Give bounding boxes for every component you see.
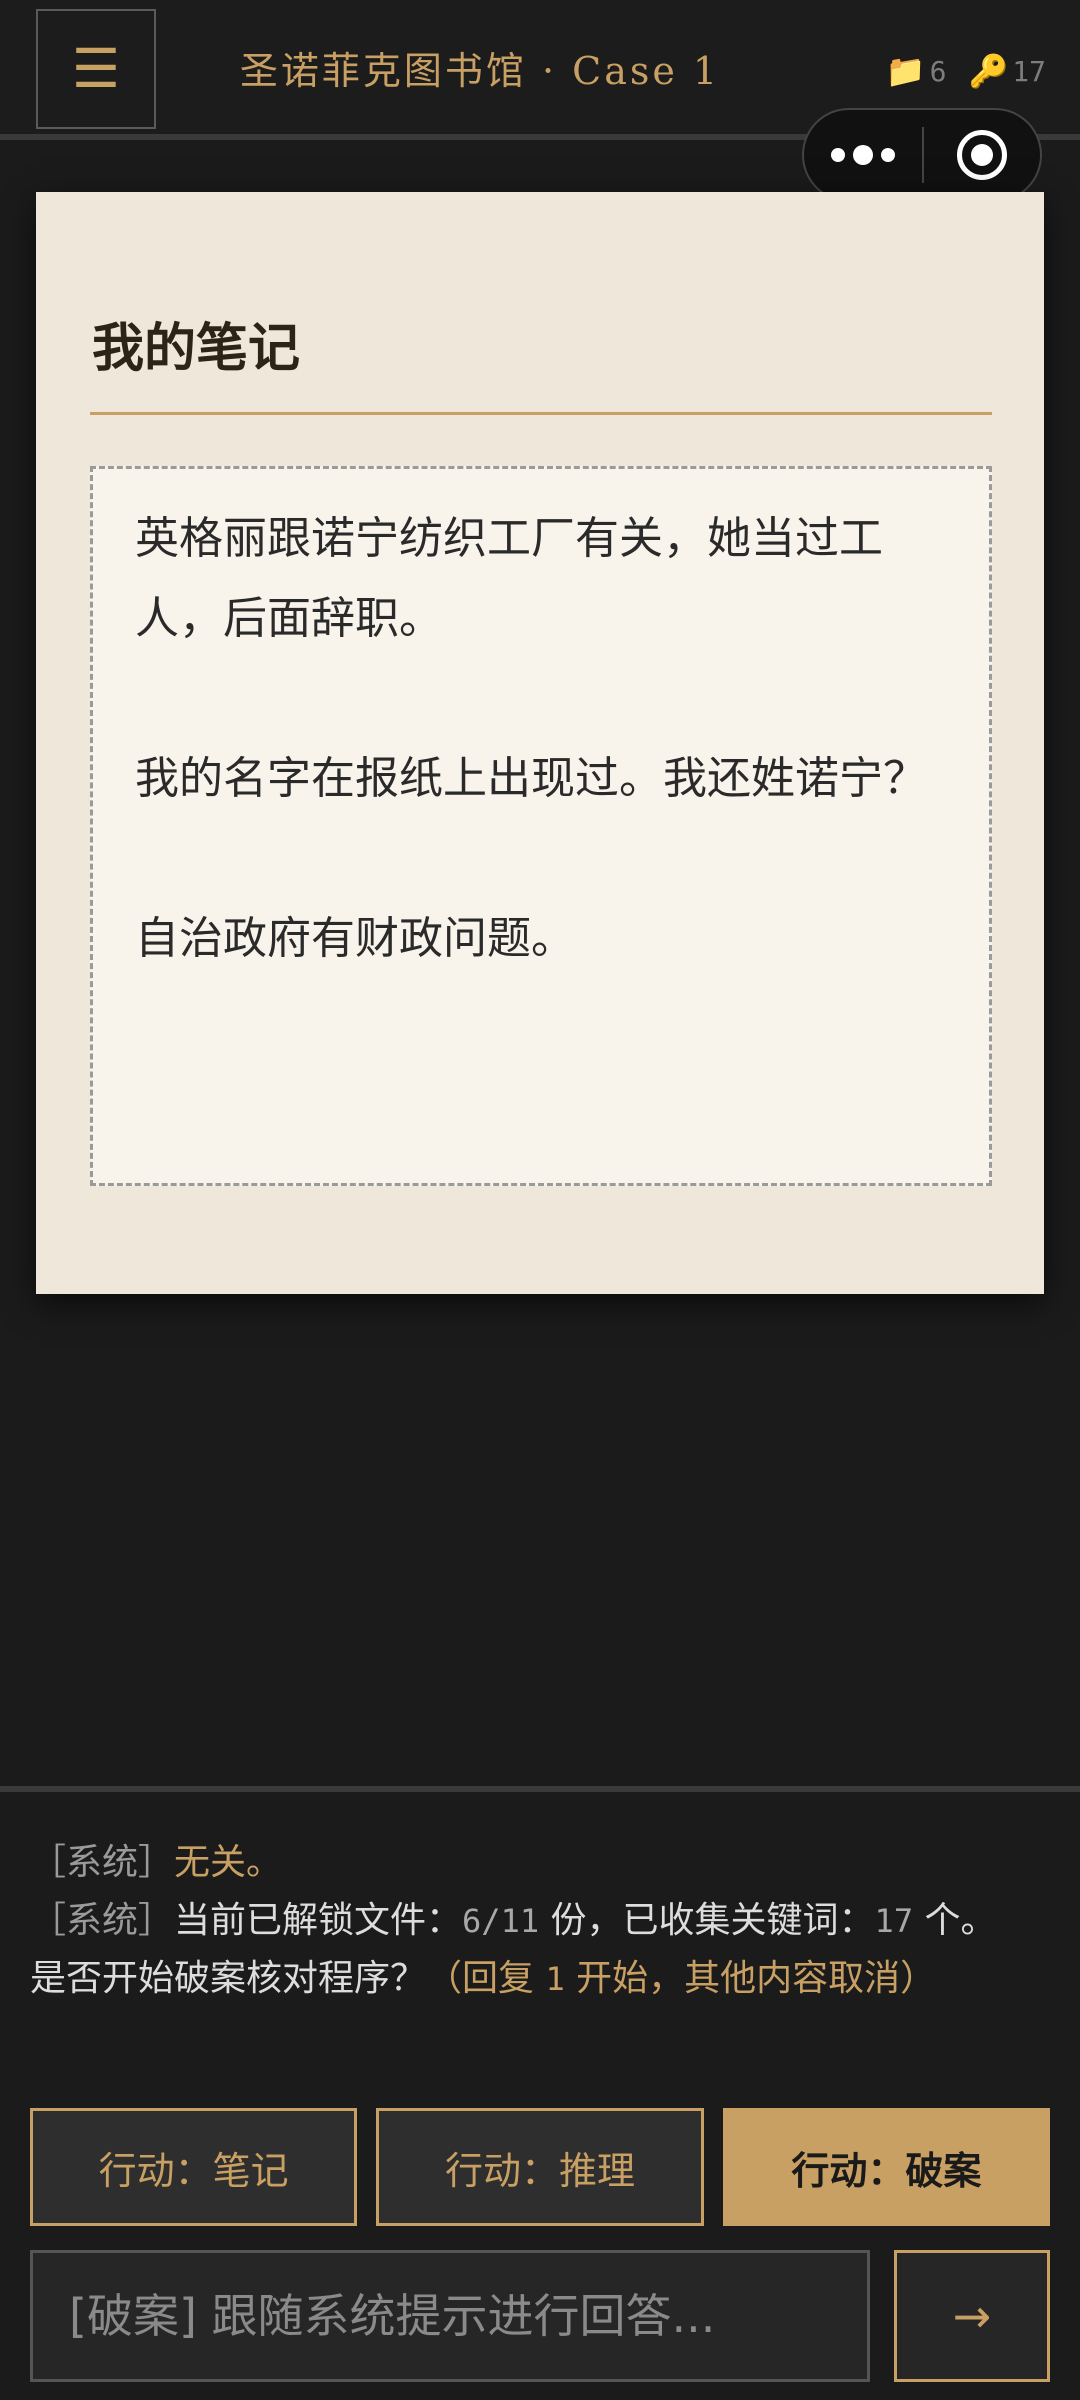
keys-counter: 🔑 17 [968,52,1046,90]
system-log: ［系统］无关。 ［系统］当前已解锁文件：6/11 份，已收集关键词：17 个。 … [30,1834,1050,2008]
files-progress: 6/11 [462,1902,540,1940]
action-reason-button[interactable]: 行动：推理 [376,2108,704,2226]
action-notes-button[interactable]: 行动：笔记 [30,2108,358,2226]
action-buttons: 行动：笔记 行动：推理 行动：破案 [30,2108,1050,2226]
miniprogram-capsule [802,108,1042,202]
keys-count: 17 [1012,54,1046,88]
log-text: 份，已收集关键词： [539,1900,875,1941]
log-question: 是否开始破案核对程序？ [30,1958,427,1999]
log-text: 无关。 [174,1842,283,1883]
action-solve-button[interactable]: 行动：破案 [722,2108,1050,2226]
answer-input[interactable] [30,2250,870,2382]
close-target-icon[interactable] [924,110,1040,200]
files-count: 6 [929,54,947,88]
key-icon: 🔑 [968,52,1009,90]
keywords-count: 17 [874,1902,914,1940]
title-divider [90,412,992,415]
log-line: ［系统］当前已解锁文件：6/11 份，已收集关键词：17 个。 [30,1892,1050,1950]
notes-title: 我的笔记 [92,319,301,379]
log-text: 个。 [913,1900,997,1941]
system-tag: ［系统］ [30,1900,175,1941]
log-text: 当前已解锁文件： [174,1900,463,1941]
console-panel: ［系统］无关。 ［系统］当前已解锁文件：6/11 份，已收集关键词：17 个。 … [0,1786,1080,2400]
notes-textarea[interactable]: 英格丽跟诺宁纺织工厂有关，她当过工人，后面辞职。 我的名字在报纸上出现过。我还姓… [90,466,992,1186]
files-counter: 📁 6 [886,52,947,90]
notes-card: 我的笔记 英格丽跟诺宁纺织工厂有关，她当过工人，后面辞职。 我的名字在报纸上出现… [36,192,1044,1294]
send-button[interactable]: → [894,2250,1050,2382]
input-row: → [30,2250,1050,2382]
page-title: 圣诺菲克图书馆 · Case 1 [239,49,721,93]
counters: 📁 6 🔑 17 [886,46,1046,96]
log-line: ［系统］无关。 [30,1834,1050,1892]
log-hint: （回复 1 开始，其他内容取消） [426,1958,937,1999]
menu-icon[interactable]: ☰ [36,9,156,129]
log-line: 是否开始破案核对程序？（回复 1 开始，其他内容取消） [30,1950,1050,2008]
more-icon[interactable] [804,110,922,200]
system-tag: ［系统］ [30,1842,175,1883]
folder-icon: 📁 [885,52,926,90]
